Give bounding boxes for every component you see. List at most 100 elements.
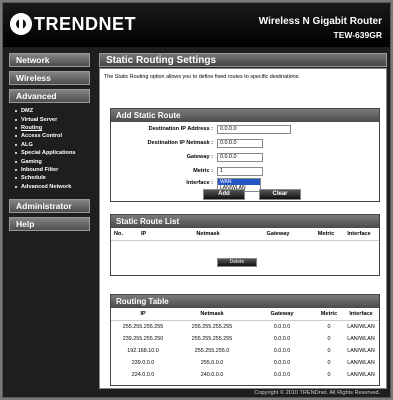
sidebar-item-access-control[interactable]: Access Control bbox=[9, 132, 90, 140]
product-name: Wireless N Gigabit Router bbox=[258, 16, 382, 27]
table-row: 192.168.10.0 255.255.255.0 0.0.0.0 0 LAN/WLA… bbox=[111, 345, 379, 357]
table-cell: 0 bbox=[327, 324, 331, 330]
bullet-icon bbox=[15, 126, 17, 129]
table-row: 239.255.255.250 255.255.255.255 0.0.0.0 0 LA… bbox=[111, 333, 379, 345]
table-cell: 0 bbox=[327, 372, 331, 378]
metric-label: Metric : bbox=[193, 168, 213, 174]
table-cell: 0.0.0.0 bbox=[273, 336, 291, 342]
add-route-buttons: Add Clear bbox=[111, 189, 379, 201]
table-cell: 240.0.0.0 bbox=[200, 372, 224, 378]
page-title: Static Routing Settings bbox=[99, 53, 387, 67]
sidebar-item-label: ALG bbox=[21, 141, 33, 148]
static-route-list-title: Static Route List bbox=[111, 215, 379, 228]
rt-col-gateway: Gateway bbox=[270, 311, 294, 317]
sidebar-item-label: Routing bbox=[21, 124, 43, 131]
gateway-input[interactable]: 0.0.0.0 bbox=[217, 153, 263, 162]
table-cell: LAN/WLAN bbox=[347, 372, 375, 378]
netmask-row: Destination IP Netmask : 0.0.0.0 bbox=[111, 137, 379, 149]
add-button[interactable]: Add bbox=[203, 189, 245, 200]
col-metric: Metric bbox=[317, 231, 335, 237]
sidebar-item-label: Virtual Server bbox=[21, 116, 58, 123]
clear-button[interactable]: Clear bbox=[259, 189, 301, 200]
sidebar-item-label: DMZ bbox=[21, 108, 34, 115]
netmask-input[interactable]: 0.0.0.0 bbox=[217, 139, 263, 148]
table-cell: 0.0.0.0 bbox=[273, 372, 291, 378]
table-cell: 224.0.0.0 bbox=[131, 372, 155, 378]
table-row: 224.0.0.0 240.0.0.0 0.0.0.0 0 LAN/WLAN bbox=[111, 369, 379, 381]
sidebar-item-label: Advanced Network bbox=[21, 183, 72, 190]
page-description: The Static Routing option allows you to … bbox=[104, 74, 300, 80]
rt-col-interface: Interface bbox=[349, 311, 373, 317]
gateway-label: Gateway : bbox=[186, 154, 213, 160]
bullet-icon bbox=[15, 160, 17, 163]
sidebar-item-label: Inbound Filter bbox=[21, 166, 59, 173]
table-cell: 255.255.255.255 bbox=[191, 336, 233, 342]
metric-input[interactable]: 1 bbox=[217, 167, 263, 176]
brand-name: TRENDNET bbox=[34, 13, 136, 34]
sidebar-item-label: Gaming bbox=[21, 158, 42, 165]
table-cell: 0 bbox=[327, 336, 331, 342]
table-cell: LAN/WLAN bbox=[347, 336, 375, 342]
bullet-icon bbox=[15, 118, 17, 121]
sidebar-item-schedule[interactable]: Schedule bbox=[9, 174, 90, 182]
add-static-route-panel: Add Static Route Destination IP Address … bbox=[110, 108, 380, 202]
sidebar-item-dmz[interactable]: DMZ bbox=[9, 107, 90, 115]
sidebar-item-routing[interactable]: Routing bbox=[9, 124, 90, 132]
table-cell: 0.0.0.0 bbox=[273, 348, 291, 354]
sidebar-item-label: Special Applications bbox=[21, 150, 76, 157]
content-panel: The Static Routing option allows you to … bbox=[99, 68, 387, 389]
main-content: Static Routing Settings The Static Routi… bbox=[99, 53, 387, 389]
table-cell: LAN/WLAN bbox=[347, 324, 375, 330]
table-cell: LAN/WLAN bbox=[347, 348, 375, 354]
sidebar-item-alg[interactable]: ALG bbox=[9, 141, 90, 149]
table-cell: 0 bbox=[327, 360, 331, 366]
trendnet-logo: TRENDNET bbox=[10, 13, 136, 35]
model-number: TEW-639GR bbox=[333, 30, 382, 40]
table-row: 255.255.255.255 255.255.255.255 0.0.0.0 0 LA… bbox=[111, 321, 379, 333]
nav-administrator[interactable]: Administrator bbox=[9, 198, 90, 213]
table-cell: 255.0.0.0 bbox=[200, 360, 224, 366]
netmask-label: Destination IP Netmask : bbox=[147, 140, 214, 146]
routing-table-panel: Routing Table IP Netmask Gateway Metric … bbox=[110, 294, 380, 386]
nav-network[interactable]: Network bbox=[9, 53, 90, 67]
add-static-route-title: Add Static Route bbox=[111, 109, 379, 122]
sidebar-item-advanced-network[interactable]: Advanced Network bbox=[9, 183, 90, 191]
sidebar-item-gaming[interactable]: Gaming bbox=[9, 157, 90, 165]
route-list-header: No. IP Netmask Gateway Metric Interface bbox=[111, 228, 379, 241]
col-gateway: Gateway bbox=[266, 231, 290, 237]
sidebar-item-special-applications[interactable]: Special Applications bbox=[9, 149, 90, 157]
bullet-icon bbox=[15, 177, 17, 180]
table-cell: 192.168.10.0 bbox=[127, 348, 159, 354]
delete-button[interactable]: Delete bbox=[217, 258, 257, 267]
table-cell: 239.255.255.250 bbox=[122, 336, 164, 342]
interface-label: Interface : bbox=[186, 180, 213, 186]
bullet-icon bbox=[15, 152, 17, 155]
trendnet-logo-mark-icon bbox=[10, 13, 32, 35]
table-cell: 0.0.0.0 bbox=[273, 324, 291, 330]
col-netmask: Netmask bbox=[196, 231, 220, 237]
sidebar: Network Wireless Advanced DMZ Virtual Ser… bbox=[9, 53, 90, 235]
bullet-icon bbox=[15, 143, 17, 146]
dest-ip-row: Destination IP Address : 0.0.0.0 bbox=[111, 123, 379, 135]
bullet-icon bbox=[15, 168, 17, 171]
table-cell: 255.255.255.255 bbox=[122, 324, 164, 330]
rt-col-ip: IP bbox=[140, 311, 146, 317]
nav-wireless[interactable]: Wireless bbox=[9, 71, 90, 85]
interface-row: Interface : WAN LAN/WLAN bbox=[111, 177, 379, 192]
copyright-footer: Copyright © 2010 TRENDnet. All Rights Re… bbox=[254, 390, 380, 396]
sidebar-item-label: Access Control bbox=[21, 133, 63, 140]
col-ip: IP bbox=[141, 231, 147, 237]
sidebar-item-inbound-filter[interactable]: Inbound Filter bbox=[9, 166, 90, 174]
nav-advanced[interactable]: Advanced bbox=[9, 89, 90, 103]
table-cell: 239.0.0.0 bbox=[131, 360, 155, 366]
table-row: 239.0.0.0 255.0.0.0 0.0.0.0 0 LAN/WLAN bbox=[111, 357, 379, 369]
rt-col-metric: Metric bbox=[320, 311, 338, 317]
routing-table-title: Routing Table bbox=[111, 295, 379, 308]
dest-ip-input[interactable]: 0.0.0.0 bbox=[217, 125, 291, 134]
table-cell: 255.255.255.0 bbox=[194, 348, 230, 354]
nav-help[interactable]: Help bbox=[9, 216, 90, 231]
routing-table-header: IP Netmask Gateway Metric Interface bbox=[111, 308, 379, 321]
metric-row: Metric : 1 bbox=[111, 165, 379, 177]
bullet-icon bbox=[15, 185, 17, 188]
sidebar-item-virtual-server[interactable]: Virtual Server bbox=[9, 115, 90, 123]
